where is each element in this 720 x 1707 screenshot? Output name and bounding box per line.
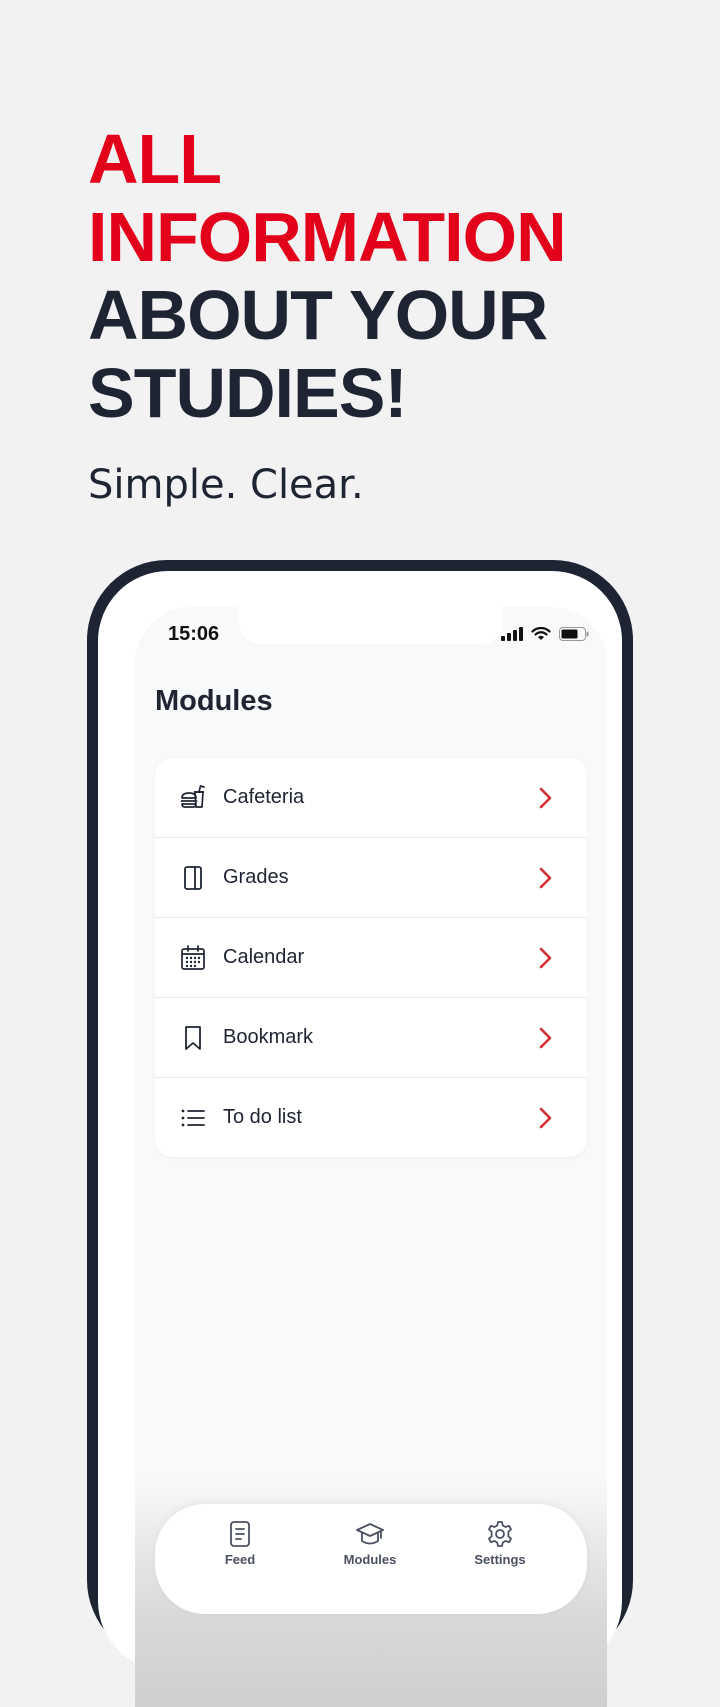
- bookmark-icon: [179, 1024, 207, 1052]
- gear-icon: [488, 1521, 512, 1547]
- phone-mockup-frame: 15:06 Modules Cafeteria Grades Calendar …: [87, 560, 633, 1707]
- status-icons: [501, 627, 589, 641]
- headline-line-4: STUDIES!: [88, 354, 408, 432]
- screen-title: Modules: [155, 685, 273, 717]
- signal-icon: [501, 627, 523, 641]
- status-time: 15:06: [168, 623, 220, 645]
- battery-icon: [559, 627, 589, 641]
- module-label: Bookmark: [223, 1026, 314, 1048]
- module-label: To do list: [223, 1106, 302, 1128]
- phone-notch: [239, 607, 503, 644]
- module-label: Calendar: [223, 946, 305, 968]
- chevron-right-icon: [539, 1027, 552, 1049]
- chevron-right-icon: [539, 867, 552, 889]
- headline-line-1: ALL: [88, 120, 222, 198]
- tab-settings[interactable]: Settings: [455, 1520, 545, 1567]
- module-item-grades[interactable]: Grades: [155, 838, 587, 918]
- modules-list: Cafeteria Grades Calendar Bookmark To do…: [155, 758, 587, 1157]
- headline: ALL INFORMATION ABOUT YOUR STUDIES!: [88, 120, 567, 432]
- tab-modules[interactable]: Modules: [325, 1520, 415, 1567]
- headline-line-2: INFORMATION: [88, 198, 567, 276]
- module-item-todo-list[interactable]: To do list: [155, 1078, 587, 1157]
- module-label: Cafeteria: [223, 786, 305, 808]
- tab-label: Feed: [224, 1552, 256, 1567]
- tab-bar: Feed Modules Settings: [155, 1504, 587, 1614]
- chevron-right-icon: [539, 787, 552, 809]
- subtitle: Simple. Clear.: [88, 462, 364, 508]
- cafeteria-icon: [179, 784, 207, 812]
- grades-book-icon: [179, 864, 207, 892]
- graduation-cap-icon: [356, 1523, 384, 1545]
- chevron-right-icon: [539, 1107, 552, 1129]
- module-item-bookmark[interactable]: Bookmark: [155, 998, 587, 1078]
- list-icon: [179, 1104, 207, 1132]
- feed-icon: [230, 1521, 250, 1547]
- headline-line-3: ABOUT YOUR: [88, 276, 548, 354]
- module-item-cafeteria[interactable]: Cafeteria: [155, 758, 587, 838]
- tab-feed[interactable]: Feed: [195, 1520, 285, 1567]
- module-label: Grades: [223, 866, 289, 888]
- phone-screen: 15:06 Modules Cafeteria Grades Calendar …: [135, 607, 607, 1707]
- tab-label: Settings: [474, 1552, 526, 1567]
- phone-bezel: 15:06 Modules Cafeteria Grades Calendar …: [98, 571, 622, 1707]
- chevron-right-icon: [539, 947, 552, 969]
- wifi-icon: [531, 627, 551, 640]
- module-item-calendar[interactable]: Calendar: [155, 918, 587, 998]
- tab-label: Modules: [343, 1552, 397, 1567]
- calendar-icon: [179, 944, 207, 972]
